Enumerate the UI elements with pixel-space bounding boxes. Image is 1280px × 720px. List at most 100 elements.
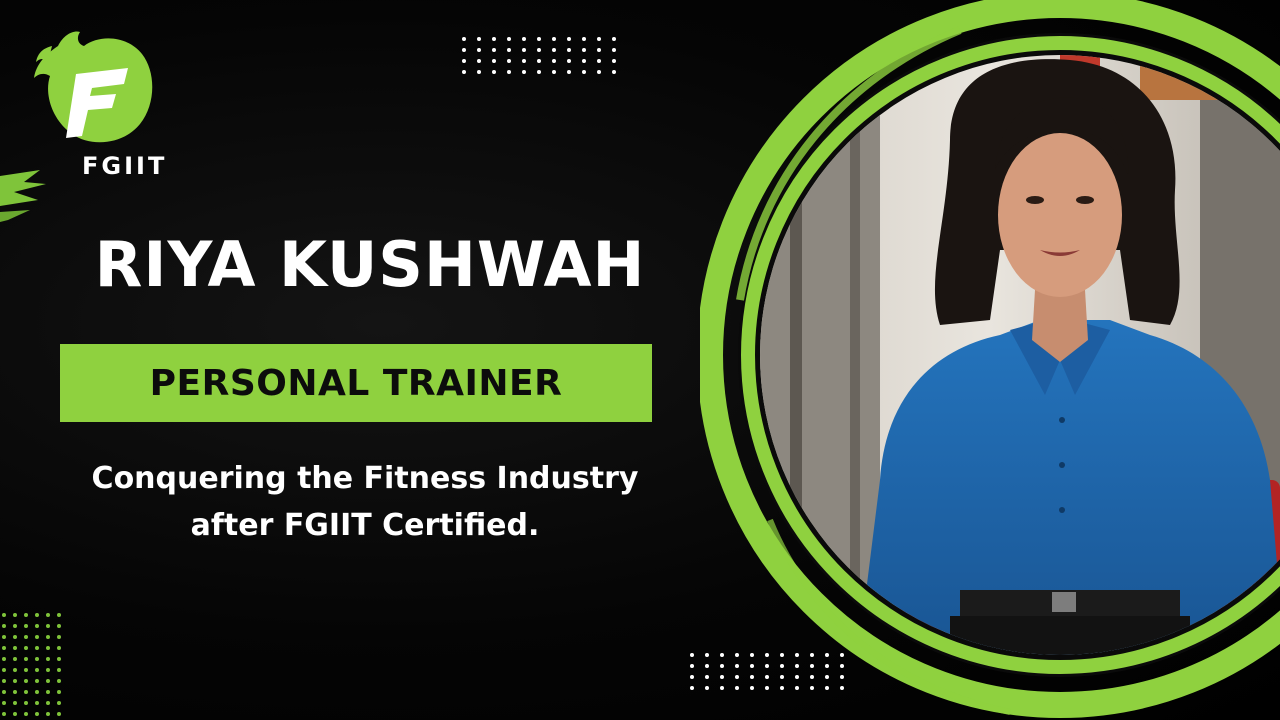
decor-dot: [24, 701, 28, 705]
decor-dot: [690, 686, 694, 690]
fgiit-logo: FGIIT: [30, 28, 170, 180]
photo-scene: [760, 55, 1280, 655]
decor-dot: [13, 646, 17, 650]
decor-dot: [24, 635, 28, 639]
decor-dot: [57, 613, 61, 617]
decor-dot: [612, 70, 616, 74]
trainer-name: RIYA KUSHWAH: [94, 228, 646, 301]
decor-dot: [522, 37, 526, 41]
decor-dot: [567, 37, 571, 41]
thumbnail-canvas: FGIIT RIYA KUSHWAH PERSONAL TRAINER Conq…: [0, 0, 1280, 720]
decor-dot: [2, 624, 6, 628]
decor-dot: [35, 690, 39, 694]
decor-dot: [24, 712, 28, 716]
decor-dot: [2, 712, 6, 716]
decor-dot: [522, 70, 526, 74]
decor-dot: [24, 646, 28, 650]
decor-dot: [46, 624, 50, 628]
decor-dot: [690, 675, 694, 679]
decor-dot: [507, 59, 511, 63]
decor-dot: [2, 701, 6, 705]
decor-dot: [35, 635, 39, 639]
decor-dot: [537, 37, 541, 41]
decor-dot: [492, 48, 496, 52]
decor-dot: [507, 37, 511, 41]
decor-dot: [46, 635, 50, 639]
decor-dot: [537, 70, 541, 74]
decor-dot: [13, 679, 17, 683]
decor-dot: [462, 59, 466, 63]
decor-dot: [24, 657, 28, 661]
decor-dot: [46, 657, 50, 661]
decor-dot: [13, 701, 17, 705]
decor-dot: [35, 613, 39, 617]
decor-dot: [462, 37, 466, 41]
decor-dot: [507, 48, 511, 52]
decor-dot: [477, 70, 481, 74]
decor-dot: [24, 624, 28, 628]
decor-dot: [567, 59, 571, 63]
decor-dot: [24, 690, 28, 694]
decor-dot: [612, 37, 616, 41]
decor-dot: [582, 70, 586, 74]
decor-dot: [462, 70, 466, 74]
decor-dot: [537, 59, 541, 63]
decor-dot: [2, 679, 6, 683]
decor-dot: [24, 668, 28, 672]
decor-dot: [492, 37, 496, 41]
decor-dot: [597, 70, 601, 74]
decor-dot: [582, 48, 586, 52]
decor-dot: [2, 668, 6, 672]
decor-dot: [13, 712, 17, 716]
decor-dot: [35, 701, 39, 705]
green-dot-grid-decoration: [2, 613, 61, 716]
decor-dot: [13, 613, 17, 617]
decor-dot: [57, 657, 61, 661]
decor-dot: [57, 701, 61, 705]
tagline-line-1: Conquering the Fitness Industry: [91, 461, 639, 496]
decor-dot: [552, 37, 556, 41]
role-label: PERSONAL TRAINER: [149, 362, 563, 404]
decor-dot: [612, 59, 616, 63]
decor-dot: [24, 679, 28, 683]
decor-dot: [2, 613, 6, 617]
decor-dot: [522, 59, 526, 63]
decor-dot: [46, 712, 50, 716]
fgiit-flame-f-icon: [34, 31, 153, 143]
decor-dot: [57, 624, 61, 628]
decor-dot: [537, 48, 541, 52]
decor-dot: [46, 701, 50, 705]
decor-dot: [552, 70, 556, 74]
decor-dot: [35, 624, 39, 628]
decor-dot: [13, 657, 17, 661]
decor-dot: [477, 37, 481, 41]
decor-dot: [46, 613, 50, 617]
decor-dot: [46, 668, 50, 672]
decor-dot: [35, 668, 39, 672]
decor-dot: [57, 646, 61, 650]
decor-dot: [522, 48, 526, 52]
decor-dot: [2, 690, 6, 694]
decor-dot: [582, 59, 586, 63]
decor-dot: [612, 48, 616, 52]
decor-dot: [57, 679, 61, 683]
decor-dot: [690, 653, 694, 657]
decor-dot: [690, 664, 694, 668]
decor-dot: [552, 59, 556, 63]
decor-dot: [35, 712, 39, 716]
decor-dot: [2, 657, 6, 661]
decor-dot: [552, 48, 556, 52]
decor-dot: [57, 712, 61, 716]
decor-dot: [567, 70, 571, 74]
decor-dot: [2, 646, 6, 650]
decor-dot: [46, 646, 50, 650]
decor-dot: [35, 679, 39, 683]
decor-dot: [597, 48, 601, 52]
decor-dot: [462, 48, 466, 52]
decor-dot: [477, 59, 481, 63]
decor-dot: [13, 624, 17, 628]
decor-dot: [35, 646, 39, 650]
tagline-line-2: after FGIIT Certified.: [190, 507, 540, 543]
decor-dot: [46, 690, 50, 694]
decor-dot: [567, 48, 571, 52]
